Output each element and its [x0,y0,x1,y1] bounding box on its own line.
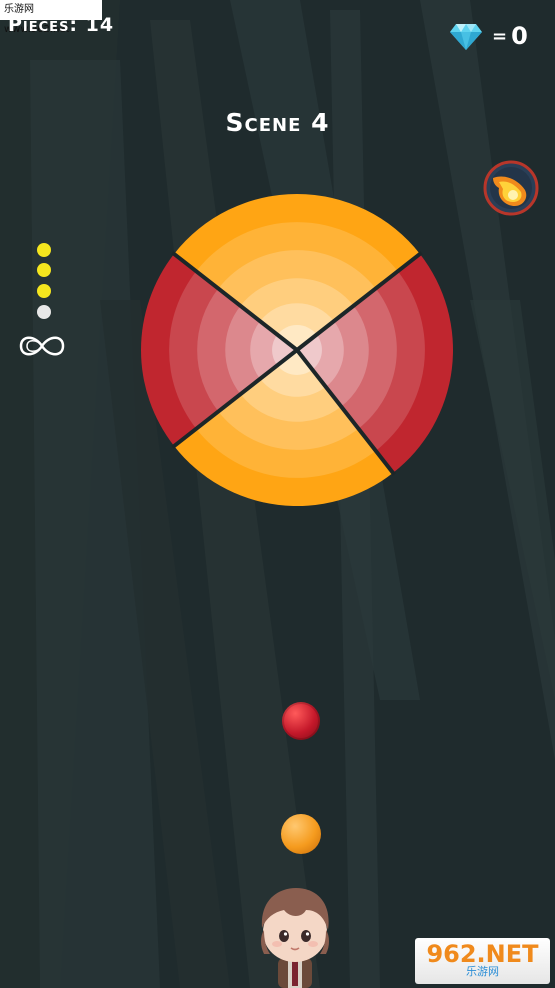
life-dot [37,305,51,319]
life-dot [37,284,51,298]
scene-title: Scene 4 [225,108,330,137]
diamond-icon [450,24,482,50]
orange-ball [281,814,321,854]
pieces-counter: Pieces: 14 [8,14,115,36]
watermark-logo-sub: 乐游网 [466,965,499,978]
life-dot [37,263,51,277]
fireball-icon[interactable] [483,160,539,216]
red-ball [282,702,320,740]
infinity-icon [19,336,65,356]
gem-counter: = 0 [450,22,528,50]
life-dot [37,243,51,257]
target-wheel[interactable] [138,191,456,509]
watermark-logo: 962.NET 乐游网 [415,938,550,984]
game-screen[interactable]: 乐游网 www.962.net Pieces: 14 = 0 Scene 4 9… [0,0,555,988]
watermark-logo-text: 962.NET [426,940,539,968]
gem-count: 0 [511,22,528,50]
gem-separator: = [492,25,508,47]
character-avatar [261,888,329,988]
